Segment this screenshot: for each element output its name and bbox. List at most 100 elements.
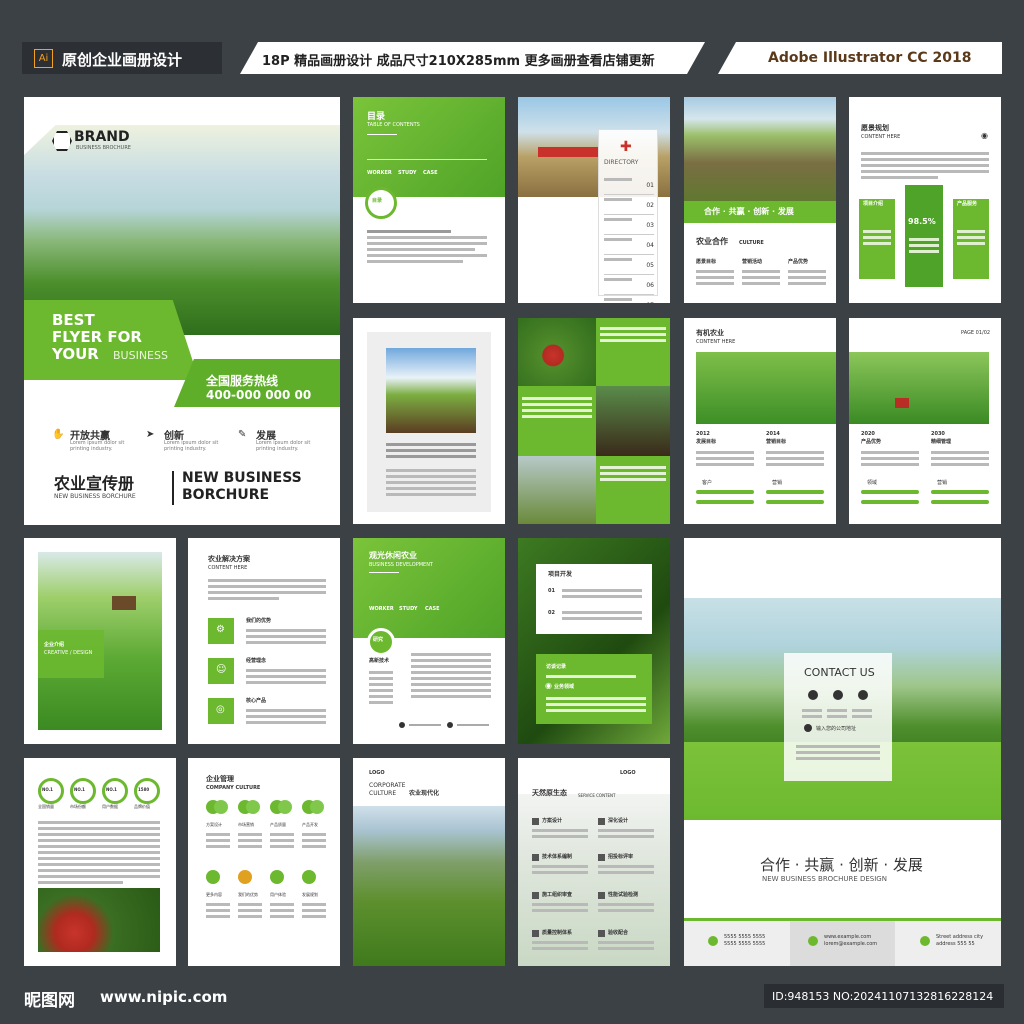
page-contact: CONTACT US 输入您的公司地址 合作 · 共赢 · 创新 · 发展 NE… <box>684 538 1001 966</box>
location-icon: ◉ <box>981 131 988 140</box>
nav-a-dot[interactable] <box>399 722 405 728</box>
page-cooperation: 合作 · 共赢 · 创新 · 发展 农业合作 CULTURE 愿景目标 营销活动… <box>684 97 836 303</box>
solution-icon-3-box: ◎ <box>208 698 234 724</box>
ecology-subtitle: SERVICE CONTENT <box>578 793 616 798</box>
solution-icon-2-box: ☺ <box>208 658 234 684</box>
tractor-year-2: 2030 <box>931 431 945 437</box>
toc-title: 目录 <box>367 112 386 122</box>
flyer-line3: YOUR <box>52 345 99 363</box>
coop-col-2: 营销活动 <box>742 259 763 265</box>
contact-address-label: 输入您的公司地址 <box>816 726 857 732</box>
page-management: 企业管理 COMPANY CULTURE 方案设计 市场营销 产品质量 产品开发… <box>188 758 340 966</box>
t-progress-2 <box>931 490 989 494</box>
t-progress-3 <box>861 500 919 504</box>
toc-text-lines <box>367 227 487 266</box>
ecology-right-4: 验收配合 <box>608 930 629 936</box>
solution-item-2: 经营理念 <box>246 658 267 664</box>
tractor-shape <box>895 398 909 408</box>
contact-slogan: 合作 · 共赢 · 创新 · 发展 <box>760 856 923 874</box>
footer-location-icon <box>920 936 930 946</box>
ecology-left-2: 技术体系编制 <box>542 854 573 860</box>
mgmt-row2-1: 更多内容 <box>206 892 222 897</box>
contact-mail-icon <box>833 690 843 700</box>
footer-mail-icon <box>808 936 818 946</box>
directory-title: DIRECTORY <box>604 159 639 166</box>
page-pomegranate <box>518 318 670 524</box>
organic-stat-1: 客户 <box>702 480 713 486</box>
page-vision: 愿景规划 CONTENT HERE ◉ 项目介绍 98.5% 产品服务 <box>849 97 1001 303</box>
ecology-left-4: 质量控制体系 <box>542 930 573 936</box>
mgmt-dot-3b <box>278 800 292 814</box>
coop-heading-en: CULTURE <box>739 240 764 246</box>
hotline-label: 全国服务热线 <box>206 374 279 388</box>
mountain-farm-image <box>353 806 505 966</box>
vision-title: 愿景规划 <box>861 124 889 132</box>
footer-url[interactable]: www.nipic.com <box>100 988 227 1006</box>
page-organic: 有机农业 CONTENT HERE 2012 2014 发展目标 营销目标 客户… <box>684 318 836 524</box>
contact-title: CONTACT US <box>804 666 875 679</box>
tractor-field-image <box>849 352 989 424</box>
ecology-left-2-icon <box>532 854 539 861</box>
project-green-1: 访谈记录 <box>546 664 567 670</box>
management-title: 企业管理 <box>206 775 234 783</box>
dir-item-6: 06 <box>646 282 654 289</box>
mgmt-row1-2: 市场营销 <box>238 822 254 827</box>
farmland-image <box>684 97 836 207</box>
solution-item-3: 核心产品 <box>246 698 267 704</box>
badge-2-value: NO.1 <box>74 787 85 792</box>
progress-1 <box>696 490 754 494</box>
progress-3 <box>696 500 754 504</box>
contact-phone-icon <box>808 690 818 700</box>
toc-tab-3: CASE <box>423 170 438 176</box>
organic-year-2: 2014 <box>766 431 780 437</box>
dir-item-7: 07 <box>646 302 654 303</box>
progress-4 <box>766 500 824 504</box>
badge-2-label: 市场份额 <box>70 804 86 809</box>
footer-logo[interactable]: 昵图网 <box>24 986 75 1011</box>
mgmt-dot-6 <box>238 870 252 884</box>
pomegranate-image <box>518 318 596 386</box>
mgmt-dot-8 <box>302 870 316 884</box>
mgmt-dot-1b <box>214 800 228 814</box>
page-directory: ✚ DIRECTORY 01 02 03 04 05 06 07 <box>518 97 670 303</box>
footer-phone-1: 5555 5555 5555 <box>724 934 766 940</box>
title-divider <box>172 471 174 505</box>
dir-item-5: 05 <box>646 262 654 269</box>
cover-title-en1: NEW BUSINESS <box>182 470 302 486</box>
leisure-subtitle: BUSINESS DEVELOPMENT <box>369 562 433 568</box>
flyer-line2: FLYER FOR <box>52 328 142 346</box>
dir-item-3: 03 <box>646 222 654 229</box>
organic-subtitle: CONTENT HERE <box>696 339 736 345</box>
organic-title: 有机农业 <box>696 329 724 337</box>
page-rankings: NO.1 全国销量 NO.1 市场份额 NO.1 用户数据 1580 品牌价值 <box>24 758 176 966</box>
hotline-number: 400-000 000 00 <box>206 388 312 402</box>
ecology-left-4-icon <box>532 930 539 937</box>
organic-label-2: 营销目标 <box>766 439 787 445</box>
project-num-2: 02 <box>548 610 555 616</box>
organic-year-1: 2012 <box>696 431 710 437</box>
page-number: PAGE 01/02 <box>961 330 991 336</box>
ai-badge: Ai <box>34 49 53 68</box>
nav-b-dot[interactable] <box>447 722 453 728</box>
ecology-left-3-icon <box>532 892 539 899</box>
people-icon: ☺ <box>216 664 227 675</box>
mgmt-row1-3: 产品质量 <box>270 822 286 827</box>
brand-subtitle: BUSINESS BROCHURE <box>76 145 131 151</box>
coop-heading: 农业合作 <box>696 237 728 246</box>
page-terrace: 企业介绍 CREATIVE / DESIGN <box>24 538 176 744</box>
solution-icon-1-box: ⚙ <box>208 618 234 644</box>
culture-logo: LOGO <box>369 770 385 776</box>
contact-web-icon <box>858 690 868 700</box>
mgmt-row1-1: 方案设计 <box>206 822 222 827</box>
leisure-heading: 高新技术 <box>369 658 390 664</box>
organic-label-1: 发展目标 <box>696 439 717 445</box>
coop-col-3: 产品优势 <box>788 259 809 265</box>
feature-1-desc: Lorem ipsum dolor sit printing industry. <box>70 440 125 452</box>
footer-addr-2: address 555 55 <box>936 941 975 947</box>
ecology-left-1-icon <box>532 818 539 825</box>
cover-title-cn-sub: NEW BUSINESS BORCHURE <box>54 493 136 500</box>
mgmt-row2-3: 用户体验 <box>270 892 286 897</box>
dir-item-4: 04 <box>646 242 654 249</box>
badge-4-value: 1580 <box>138 787 150 792</box>
footer-addr-1: Street address city <box>936 934 984 940</box>
